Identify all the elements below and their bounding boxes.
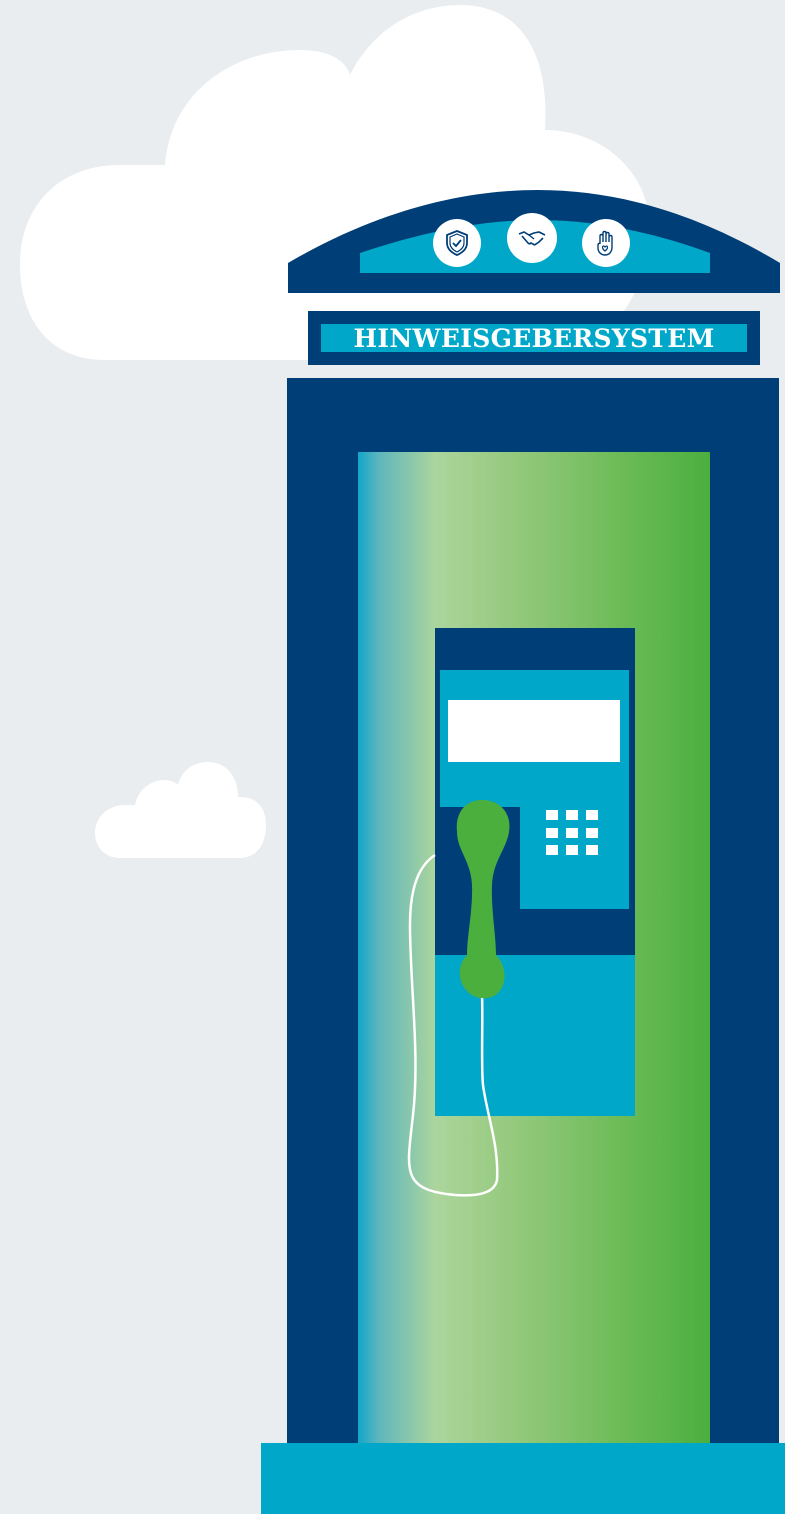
sign-panel: HINWEISGEBERSYSTEM [321,323,747,353]
sign-board: HINWEISGEBERSYSTEM [308,311,760,365]
phone-handset-icon [407,800,510,1197]
phone-display [448,700,620,762]
handshake-icon [507,213,557,263]
shield-check-icon [433,219,481,267]
sign-title: HINWEISGEBERSYSTEM [353,323,715,353]
keypad-key [586,810,598,820]
keypad-key [546,828,558,838]
keypad-key [566,810,578,820]
booth-base [261,1443,785,1514]
keypad-key [586,828,598,838]
cloud-small [95,762,266,858]
hand-heart-icon [582,219,630,267]
phone-keypad [520,806,629,909]
keypad-key [546,845,558,855]
keypad-key [566,845,578,855]
keypad-key [546,810,558,820]
keypad-key [586,845,598,855]
keypad-key [566,828,578,838]
